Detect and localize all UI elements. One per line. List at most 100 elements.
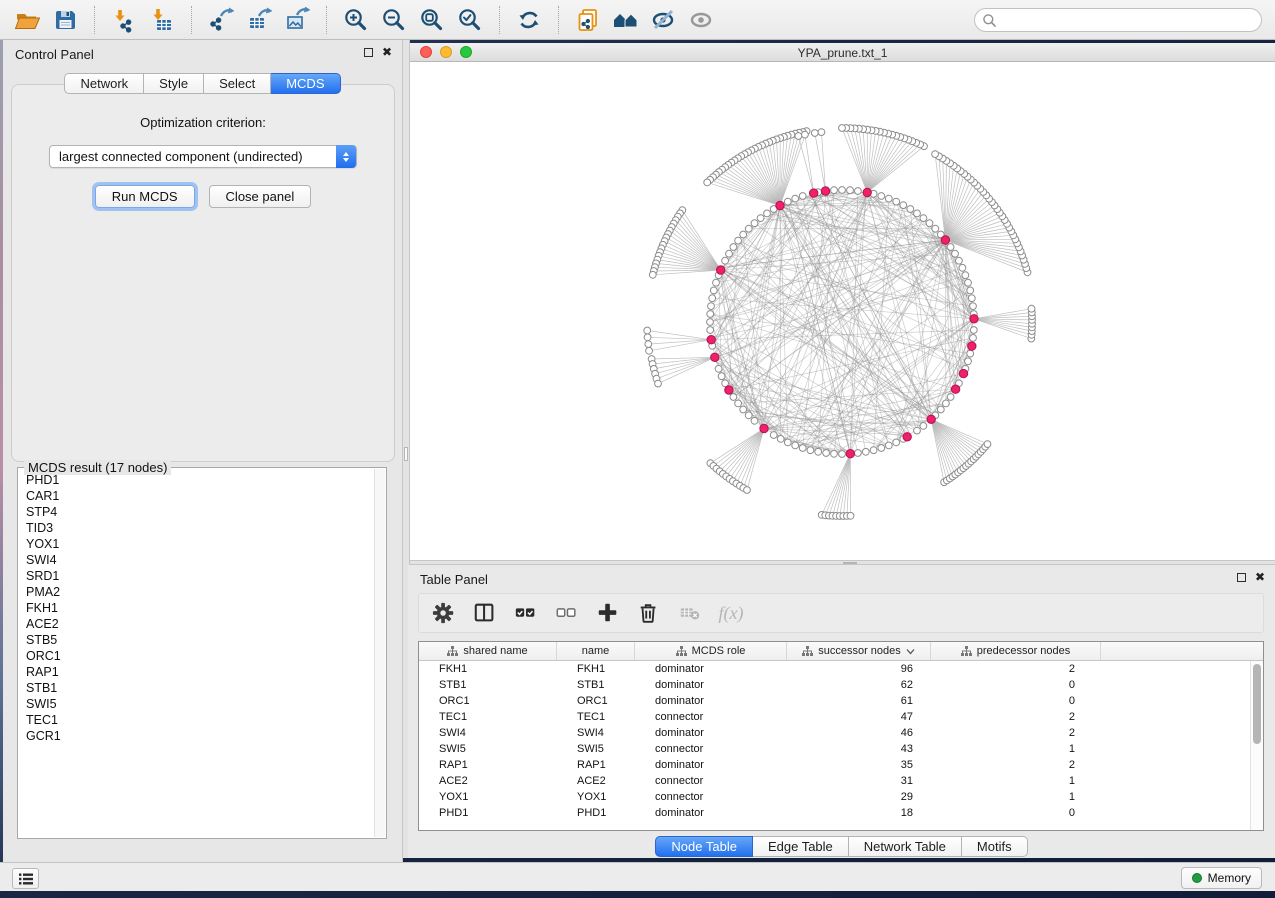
graph-node[interactable] (715, 365, 722, 372)
table-row[interactable]: TEC1TEC1connector472 (419, 709, 1263, 725)
table-row[interactable]: YOX1YOX1connector291 (419, 789, 1263, 805)
graph-node[interactable] (984, 441, 991, 448)
graph-node[interactable] (745, 412, 752, 419)
mcds-result-item[interactable]: RAP1 (18, 664, 373, 680)
mcds-result-item[interactable]: PMA2 (18, 584, 373, 600)
mcds-node[interactable] (707, 336, 715, 344)
export-image-button[interactable] (280, 4, 314, 36)
graph-node[interactable] (952, 250, 959, 257)
graph-node[interactable] (967, 287, 974, 294)
graph-node[interactable] (744, 487, 751, 494)
graph-node[interactable] (920, 215, 927, 222)
graph-node[interactable] (709, 295, 716, 302)
graph-node[interactable] (878, 445, 885, 452)
mcds-result-item[interactable]: ORC1 (18, 648, 373, 664)
graph-node[interactable] (751, 220, 758, 227)
graph-node[interactable] (645, 341, 652, 348)
graph-node[interactable] (839, 451, 846, 458)
table-row[interactable]: ACE2ACE2connector311 (419, 773, 1263, 789)
tab-mcds[interactable]: MCDS (271, 73, 340, 94)
graph-node[interactable] (807, 447, 814, 454)
network-overview-button[interactable] (609, 4, 643, 36)
graph-node[interactable] (920, 423, 927, 430)
mcds-node[interactable] (903, 433, 911, 441)
graph-node[interactable] (735, 400, 742, 407)
mcds-result-item[interactable]: GCR1 (18, 728, 373, 744)
mcds-result-item[interactable]: TID3 (18, 520, 373, 536)
table-row[interactable]: FKH1FKH1dominator962 (419, 661, 1263, 677)
graph-node[interactable] (968, 295, 975, 302)
zoom-fit-button[interactable] (415, 4, 449, 36)
tab-select[interactable]: Select (204, 73, 271, 94)
graph-node[interactable] (726, 250, 733, 257)
graph-node[interactable] (792, 442, 799, 449)
column-header-shared-name[interactable]: shared name (419, 642, 557, 660)
mcds-result-item[interactable]: CAR1 (18, 488, 373, 504)
graph-node[interactable] (823, 450, 830, 457)
mcds-result-item[interactable]: SWI4 (18, 552, 373, 568)
clone-network-button[interactable] (571, 4, 605, 36)
mcds-node[interactable] (711, 353, 719, 361)
graph-node[interactable] (943, 400, 950, 407)
column-header-MCDS-role[interactable]: MCDS role (635, 642, 787, 660)
graph-node[interactable] (839, 187, 846, 194)
graph-node[interactable] (885, 442, 892, 449)
status-menu-button[interactable] (12, 868, 39, 889)
graph-node[interactable] (799, 193, 806, 200)
close-panel-icon[interactable]: ✖ (382, 47, 392, 57)
graph-node[interactable] (914, 210, 921, 217)
save-session-button[interactable] (48, 4, 82, 36)
graph-node[interactable] (847, 187, 854, 194)
close-panel-icon[interactable]: ✖ (1255, 572, 1265, 582)
zoom-selected-button[interactable] (453, 4, 487, 36)
graph-node[interactable] (815, 448, 822, 455)
graph-node[interactable] (802, 131, 809, 138)
graph-node[interactable] (970, 335, 977, 342)
graph-node[interactable] (839, 125, 846, 132)
tab-motifs[interactable]: Motifs (962, 836, 1028, 857)
graph-node[interactable] (893, 439, 900, 446)
tab-node-table[interactable]: Node Table (655, 836, 753, 857)
table-row[interactable]: SWI4SWI4dominator462 (419, 725, 1263, 741)
graph-node[interactable] (649, 271, 656, 278)
graph-node[interactable] (740, 406, 747, 413)
mcds-node[interactable] (725, 386, 733, 394)
mcds-result-item[interactable]: STB1 (18, 680, 373, 696)
mcds-node[interactable] (810, 189, 818, 197)
mcds-result-item[interactable]: STB5 (18, 632, 373, 648)
float-panel-icon[interactable] (1237, 573, 1246, 582)
graph-node[interactable] (735, 237, 742, 244)
zoom-out-button[interactable] (377, 4, 411, 36)
open-file-button[interactable] (10, 4, 44, 36)
graph-node[interactable] (847, 512, 854, 519)
mcds-result-item[interactable]: SRD1 (18, 568, 373, 584)
graph-node[interactable] (770, 432, 777, 439)
refresh-button[interactable] (512, 4, 546, 36)
graph-node[interactable] (745, 225, 752, 232)
graph-node[interactable] (646, 347, 653, 354)
graph-node[interactable] (965, 279, 972, 286)
zoom-in-button[interactable] (339, 4, 373, 36)
graph-node[interactable] (937, 406, 944, 413)
mcds-node[interactable] (776, 201, 784, 209)
mcds-node[interactable] (927, 415, 935, 423)
splitter-grip[interactable] (404, 447, 408, 461)
mcds-result-item[interactable]: SWI5 (18, 696, 373, 712)
graph-node[interactable] (710, 287, 717, 294)
network-canvas[interactable] (410, 62, 1275, 560)
graph-node[interactable] (792, 195, 799, 202)
mcds-result-item[interactable]: ACE2 (18, 616, 373, 632)
mcds-node[interactable] (968, 342, 976, 350)
memory-button[interactable]: Memory (1181, 867, 1262, 889)
graph-node[interactable] (900, 202, 907, 209)
mcds-node[interactable] (970, 315, 978, 323)
graph-node[interactable] (777, 436, 784, 443)
mcds-list-scrollbar[interactable] (374, 469, 385, 837)
import-table-button[interactable] (145, 4, 179, 36)
graph-node[interactable] (718, 373, 725, 380)
tab-edge-table[interactable]: Edge Table (753, 836, 849, 857)
mcds-node[interactable] (941, 236, 949, 244)
search-input[interactable] (997, 10, 1261, 30)
table-row[interactable]: ORC1ORC1dominator610 (419, 693, 1263, 709)
splitter-grip[interactable] (843, 562, 857, 564)
